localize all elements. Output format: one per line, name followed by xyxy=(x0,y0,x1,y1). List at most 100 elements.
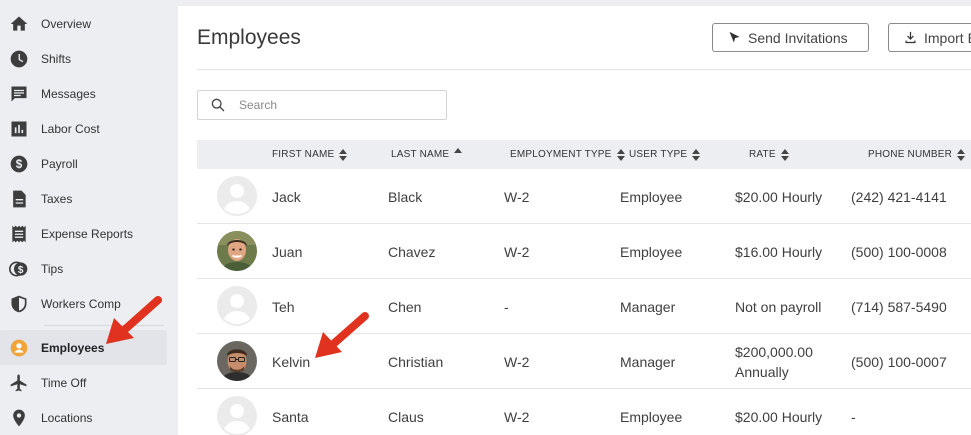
clock-icon xyxy=(8,48,29,69)
column-header-phone-number[interactable]: PHONE NUMBER xyxy=(868,140,966,169)
rate-value: Not on payroll xyxy=(735,298,822,315)
sidebar-item-expense-reports[interactable]: Expense Reports xyxy=(0,216,167,251)
cell-first-name: Kelvin xyxy=(272,353,311,370)
cell-rate: $200,000.00 Annually xyxy=(735,334,813,389)
sidebar-item-label: Time Off xyxy=(41,375,87,390)
sidebar-item-overview[interactable]: Overview xyxy=(0,6,167,41)
cell-employment-type: W-2 xyxy=(504,188,530,205)
table-row[interactable]: Juan Chavez W-2 Employee $16.00 Hourly (… xyxy=(197,224,971,279)
cell-phone: (242) 421-4141 xyxy=(851,188,947,205)
send-invitations-label: Send Invitations xyxy=(748,29,848,46)
avatar-photo xyxy=(217,341,257,381)
cell-rate: $20.00 Hourly xyxy=(735,389,822,435)
cell-phone: (500) 100-0007 xyxy=(851,353,947,370)
page-title: Employees xyxy=(197,26,301,49)
table-row[interactable]: Jack Black W-2 Employee $20.00 Hourly (2… xyxy=(197,169,971,224)
airplane-icon xyxy=(8,372,29,393)
cell-user-type: Manager xyxy=(620,298,676,315)
rate-period: Annually xyxy=(735,363,789,380)
column-label: LAST NAME xyxy=(391,149,450,160)
sidebar-item-label: Workers Comp xyxy=(41,296,121,311)
rate-value: $20.00 Hourly xyxy=(735,408,823,425)
cell-employment-type: W-2 xyxy=(504,243,530,260)
message-icon xyxy=(8,83,29,104)
cell-phone: (714) 587-5490 xyxy=(851,298,947,315)
download-icon xyxy=(905,31,916,44)
sidebar: Overview Shifts Messages Labor Cost $ Pa… xyxy=(0,0,177,435)
table-row[interactable]: Teh Chen - Manager Not on payroll (714) … xyxy=(197,279,971,334)
bar-chart-icon xyxy=(8,118,29,139)
cell-rate: $20.00 Hourly xyxy=(735,169,822,224)
svg-text:$: $ xyxy=(15,158,22,171)
avatar-photo xyxy=(217,231,257,271)
svg-text:$: $ xyxy=(17,265,23,276)
table-header: FIRST NAME LAST NAME EMPLOYMENT TYPE USE… xyxy=(197,140,971,169)
cell-first-name: Juan xyxy=(272,243,303,260)
rate-value: $16.00 Hourly xyxy=(735,243,823,260)
main-panel: Employees Send Invitations Import E FIRS… xyxy=(178,6,971,435)
send-invitations-button[interactable]: Send Invitations xyxy=(712,23,869,52)
avatar-placeholder xyxy=(217,396,257,435)
sidebar-item-label: Overview xyxy=(41,16,92,31)
table-row[interactable]: Santa Claus W-2 Employee $20.00 Hourly - xyxy=(197,389,971,435)
column-label: FIRST NAME xyxy=(272,149,335,160)
location-pin-icon xyxy=(8,407,29,428)
sidebar-item-tips[interactable]: $ Tips xyxy=(0,251,167,286)
rate-value: $20.00 Hourly xyxy=(735,188,823,205)
import-label: Import E xyxy=(924,29,971,46)
sort-icon xyxy=(780,148,789,161)
sidebar-item-label: Locations xyxy=(41,410,93,425)
sort-icon xyxy=(616,148,625,161)
sidebar-item-label: Labor Cost xyxy=(41,121,100,136)
cell-last-name: Christian xyxy=(388,353,444,370)
cell-user-type: Employee xyxy=(620,408,683,425)
dollar-icon: $ xyxy=(8,153,29,174)
cell-last-name: Claus xyxy=(388,408,424,425)
column-header-user-type[interactable]: USER TYPE xyxy=(629,140,701,169)
cell-employment-type: - xyxy=(504,298,509,315)
sidebar-item-labor-cost[interactable]: Labor Cost xyxy=(0,111,167,146)
home-icon xyxy=(8,13,29,34)
sort-ascending-icon xyxy=(454,148,463,155)
column-header-rate[interactable]: RATE xyxy=(749,140,789,169)
person-icon xyxy=(8,337,29,358)
sidebar-item-label: Taxes xyxy=(41,191,73,206)
sidebar-item-taxes[interactable]: Taxes xyxy=(0,181,167,216)
sidebar-item-payroll[interactable]: $ Payroll xyxy=(0,146,167,181)
sidebar-item-shifts[interactable]: Shifts xyxy=(0,41,167,76)
sidebar-item-label: Shifts xyxy=(41,51,72,66)
search-icon xyxy=(211,98,225,112)
sort-icon xyxy=(339,148,348,161)
avatar-placeholder xyxy=(217,286,257,326)
header-divider xyxy=(197,69,971,70)
column-label: EMPLOYMENT TYPE xyxy=(510,149,612,160)
cell-last-name: Chen xyxy=(388,298,422,315)
sidebar-item-label: Messages xyxy=(41,86,96,101)
table-row[interactable]: Kelvin Christian W-2 Manager $200,000.00… xyxy=(197,334,971,389)
sidebar-item-employees[interactable]: Employees xyxy=(0,330,167,365)
document-icon xyxy=(8,188,29,209)
sidebar-item-locations[interactable]: Locations xyxy=(0,400,167,435)
rate-value: $200,000.00 xyxy=(735,343,813,360)
sidebar-item-label: Payroll xyxy=(41,156,78,171)
sort-icon xyxy=(692,148,701,161)
column-header-employment-type[interactable]: EMPLOYMENT TYPE xyxy=(510,140,625,169)
cell-phone: (500) 100-0008 xyxy=(851,243,947,260)
sidebar-item-time-off[interactable]: Time Off xyxy=(0,365,167,400)
import-button[interactable]: Import E xyxy=(888,23,971,52)
sidebar-item-label: Employees xyxy=(41,340,105,355)
search-box[interactable] xyxy=(197,90,447,120)
column-header-last-name[interactable]: LAST NAME xyxy=(391,140,463,169)
cell-user-type: Employee xyxy=(620,243,683,260)
sidebar-item-workers-comp[interactable]: Workers Comp xyxy=(0,286,167,321)
cell-rate: $16.00 Hourly xyxy=(735,224,822,279)
column-label: RATE xyxy=(749,149,776,160)
search-input[interactable] xyxy=(239,98,429,112)
column-header-first-name[interactable]: FIRST NAME xyxy=(272,140,348,169)
sidebar-item-label: Tips xyxy=(41,261,64,276)
cell-user-type: Manager xyxy=(620,353,676,370)
receipt-icon xyxy=(8,223,29,244)
cell-rate: Not on payroll xyxy=(735,279,821,334)
cell-employment-type: W-2 xyxy=(504,408,530,425)
sidebar-item-messages[interactable]: Messages xyxy=(0,76,167,111)
